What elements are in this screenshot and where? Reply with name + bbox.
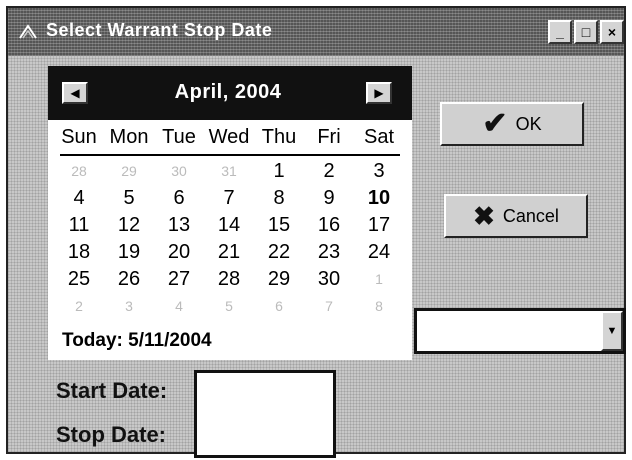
ok-button-label: OK: [515, 113, 542, 134]
day-name-sat: Sat: [363, 126, 395, 148]
day-cell[interactable]: 11: [54, 212, 104, 239]
day-cell[interactable]: 13: [154, 212, 204, 239]
day-name-wed: Wed: [208, 126, 250, 148]
cancel-button-label: Cancel: [502, 205, 559, 226]
day-cell[interactable]: 21: [204, 239, 254, 266]
day-cell[interactable]: 25: [54, 266, 104, 293]
day-cell[interactable]: 6: [254, 293, 304, 320]
week-row: 18 19 20 21 22 23 24: [54, 239, 406, 266]
day-cell[interactable]: 29: [254, 266, 304, 293]
ok-button[interactable]: ✔ OK: [440, 102, 584, 146]
day-cell[interactable]: 29: [104, 158, 154, 185]
day-name-tue: Tue: [162, 126, 196, 148]
day-cell[interactable]: 16: [304, 212, 354, 239]
day-names-divider: [60, 154, 400, 156]
dialog-window: Select Warrant Stop Date _ □ × ◀ April, …: [6, 6, 626, 458]
day-cell[interactable]: 1: [354, 266, 404, 293]
day-cell[interactable]: 7: [204, 185, 254, 212]
day-name-thu: Thu: [261, 126, 297, 148]
checkmark-icon: ✔: [482, 107, 508, 140]
day-cell[interactable]: 1: [254, 158, 304, 185]
month-calendar[interactable]: ◀ April, 2004 ▶ Sun Mon Tue Wed Thu Fri Sat 28…: [48, 66, 412, 360]
app-icon: [19, 24, 37, 39]
day-cell[interactable]: 19: [104, 239, 154, 266]
month-label[interactable]: April, 2004: [108, 81, 348, 104]
day-cell[interactable]: 3: [354, 158, 404, 185]
day-name-sun: Sun: [61, 126, 97, 148]
stop-date-label: Stop Date:: [56, 422, 166, 447]
day-cell[interactable]: 9: [304, 185, 354, 212]
day-cell[interactable]: 22: [254, 239, 304, 266]
week-row: 11 12 13 14 15 16 17: [54, 212, 406, 239]
day-cell[interactable]: 4: [154, 293, 204, 320]
day-cell[interactable]: 2: [304, 158, 354, 185]
cancel-button[interactable]: ✖ Cancel: [444, 194, 588, 238]
week-row: 28 29 30 31 1 2 3: [54, 158, 406, 185]
week-row: 25 26 27 28 29 30 1: [54, 266, 406, 293]
day-cell-selected[interactable]: 10: [354, 185, 404, 212]
close-button[interactable]: ×: [600, 20, 624, 44]
day-cell[interactable]: 30: [154, 158, 204, 185]
day-cell[interactable]: 12: [104, 212, 154, 239]
day-names-row: Sun Mon Tue Wed Thu Fri Sat: [54, 126, 406, 154]
next-month-button[interactable]: ▶: [366, 82, 392, 104]
day-cell[interactable]: 14: [204, 212, 254, 239]
day-cell[interactable]: 5: [204, 293, 254, 320]
day-cell[interactable]: 24: [354, 239, 404, 266]
prev-month-button[interactable]: ◀: [62, 82, 88, 104]
title-bar[interactable]: Select Warrant Stop Date _ □ ×: [8, 8, 624, 56]
maximize-button[interactable]: □: [574, 20, 598, 44]
day-cell[interactable]: 23: [304, 239, 354, 266]
day-cell[interactable]: 15: [254, 212, 304, 239]
window-title: Select Warrant Stop Date: [46, 20, 273, 40]
day-cell[interactable]: 2: [54, 293, 104, 320]
minimize-button[interactable]: _: [548, 20, 572, 44]
day-cell[interactable]: 30: [304, 266, 354, 293]
day-grid: 28 29 30 31 1 2 3 4 5 6 7 8 9 10 11 12 13 14 15 16 17 18 19 20 2…: [54, 158, 406, 320]
day-cell[interactable]: 3: [104, 293, 154, 320]
day-cell[interactable]: 28: [204, 266, 254, 293]
day-cell[interactable]: 5: [104, 185, 154, 212]
day-cell[interactable]: 7: [304, 293, 354, 320]
start-date-label: Start Date:: [56, 378, 168, 403]
day-cell[interactable]: 17: [354, 212, 404, 239]
date-input-box[interactable]: [194, 370, 336, 458]
week-row: 2345678: [54, 293, 406, 320]
day-cell[interactable]: 31: [204, 158, 254, 185]
day-cell[interactable]: 18: [54, 239, 104, 266]
dropdown-arrow-icon[interactable]: ▼: [601, 311, 623, 351]
day-cell[interactable]: 20: [154, 239, 204, 266]
day-cell[interactable]: 27: [154, 266, 204, 293]
calendar-header: ◀ April, 2004 ▶: [48, 66, 412, 120]
today-link[interactable]: Today: 5/11/2004: [62, 330, 212, 352]
day-cell[interactable]: 4: [54, 185, 104, 212]
day-cell[interactable]: 28: [54, 158, 104, 185]
day-cell[interactable]: 8: [354, 293, 404, 320]
day-name-fri: Fri: [317, 126, 341, 148]
week-row: 4 5 6 7 8 9 10: [54, 185, 406, 212]
day-cell[interactable]: 6: [154, 185, 204, 212]
x-icon: ✖: [473, 201, 495, 231]
dropdown-combo[interactable]: ▼: [414, 308, 626, 354]
day-cell[interactable]: 8: [254, 185, 304, 212]
day-cell[interactable]: 26: [104, 266, 154, 293]
day-name-mon: Mon: [109, 126, 149, 148]
